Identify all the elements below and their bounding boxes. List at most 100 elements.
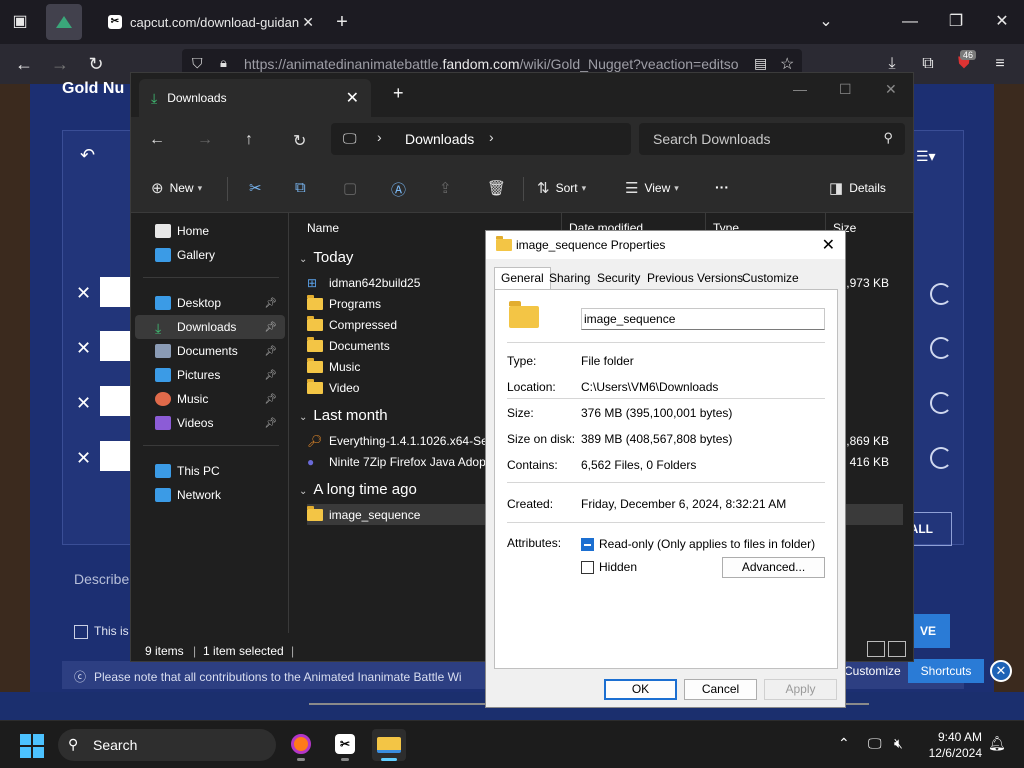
shield-icon[interactable]: ⛉	[192, 55, 203, 72]
undo-icon[interactable]: ↶	[80, 145, 95, 166]
sidebar-item-documents[interactable]: Documents 📌︎	[135, 339, 285, 363]
tray-overflow-chevron-icon[interactable]: ⌃	[838, 735, 850, 752]
network-status-icon[interactable]: 🖵︎	[868, 735, 882, 752]
advanced-button[interactable]: Advanced...	[722, 557, 825, 578]
pin-icon[interactable]: 📌︎	[264, 370, 277, 381]
browser-tab-fandom[interactable]	[46, 4, 82, 40]
remove-row-icon[interactable]: ✕	[76, 448, 91, 469]
back-icon[interactable]: ←	[149, 131, 165, 149]
reload-icon[interactable]: ↻	[82, 50, 110, 78]
tab-previous-versions[interactable]: Previous Versions	[647, 271, 743, 285]
remove-row-icon[interactable]: ✕	[76, 283, 91, 304]
folder-name-field[interactable]: image_sequence	[581, 308, 825, 330]
explorer-tab-downloads[interactable]: ⤓ Downloads ✕	[139, 79, 371, 117]
cancel-button[interactable]: Cancel	[684, 679, 757, 700]
tab-general[interactable]: General	[494, 267, 551, 290]
close-tab-icon[interactable]: ✕	[346, 88, 359, 108]
minimize-icon[interactable]: —	[793, 81, 807, 97]
sidebar-item-gallery[interactable]: Gallery	[135, 243, 285, 267]
reader-view-icon[interactable]: ▤	[754, 55, 767, 72]
group-header-today[interactable]: ⌄ Today	[299, 249, 353, 266]
new-tab-icon[interactable]: +	[393, 83, 404, 104]
sort-button[interactable]: ⇅ Sort ▾	[537, 179, 586, 197]
sidebar-item-pictures[interactable]: Pictures 📌︎	[135, 363, 285, 387]
sidebar-item-this-pc[interactable]: This PC	[135, 459, 285, 483]
delete-button[interactable]: 🗑︎	[487, 179, 512, 197]
remove-row-icon[interactable]: ✕	[76, 393, 91, 414]
start-windows-icon[interactable]	[20, 734, 44, 758]
ok-button[interactable]: OK	[604, 679, 677, 700]
taskbar-search[interactable]: ⚲ Search	[58, 729, 276, 761]
tab-close-icon[interactable]: ✕	[302, 14, 314, 31]
back-icon[interactable]: ←	[10, 50, 38, 78]
browser-tab-capcut[interactable]: ✂ capcut.com/download-guidan ✕	[88, 4, 326, 40]
menu-hamburger-icon[interactable]: ≡	[986, 50, 1014, 78]
sidebar-item-videos[interactable]: Videos 📌︎	[135, 411, 285, 435]
hidden-checkbox[interactable]	[581, 561, 594, 574]
sidebar-item-network[interactable]: Network	[135, 483, 285, 507]
bookmark-star-icon[interactable]: ☆	[780, 54, 794, 74]
tiles-view-icon[interactable]	[888, 641, 906, 657]
readonly-label[interactable]: Read-only (Only applies to files in fold…	[599, 537, 815, 551]
page-menu-icon[interactable]: ☰▾	[916, 148, 936, 165]
sidebar-item-music[interactable]: Music 📌︎	[135, 387, 285, 411]
new-button[interactable]: ⊕ New ▾	[151, 179, 202, 197]
extensions-icon[interactable]: ⧉	[914, 50, 942, 78]
close-window-icon[interactable]: ✕	[885, 81, 897, 98]
search-input[interactable]: Search Downloads ⚲	[639, 123, 905, 155]
capcut-taskbar-icon[interactable]: ✂	[328, 729, 362, 761]
browser-minimize-icon[interactable]: —	[896, 8, 924, 36]
maximize-icon[interactable]: ☐	[839, 81, 852, 98]
close-notice-icon[interactable]: ✕	[990, 660, 1012, 682]
browser-maximize-icon[interactable]: ❐	[942, 8, 970, 36]
remove-row-icon[interactable]: ✕	[76, 338, 91, 359]
tab-customize[interactable]: Customize	[742, 271, 799, 285]
notification-bell-icon[interactable]: 🔔︎	[988, 735, 1006, 752]
tab-security[interactable]: Security	[597, 271, 640, 285]
pin-icon[interactable]: 📌︎	[264, 298, 277, 309]
explorer-taskbar-icon[interactable]	[372, 729, 406, 761]
pin-icon[interactable]: 📌︎	[264, 394, 277, 405]
sidebar-item-home[interactable]: Home	[135, 219, 285, 243]
share-button[interactable]: ⇪	[439, 179, 458, 197]
pin-icon[interactable]: 📌︎	[264, 346, 277, 357]
checkbox-box[interactable]	[74, 624, 88, 639]
address-bar[interactable]: 🖵︎ › Downloads ›	[331, 123, 631, 155]
forward-icon[interactable]: →	[197, 131, 213, 149]
paste-button[interactable]: ▢	[343, 179, 363, 197]
apply-button[interactable]: Apply	[764, 679, 837, 700]
details-view-icon[interactable]	[867, 641, 885, 657]
pin-icon[interactable]: 📌︎	[264, 322, 277, 333]
tab-sharing[interactable]: Sharing	[549, 271, 590, 285]
clock[interactable]: 9:40 AM 12/6/2024	[918, 729, 982, 761]
new-tab-icon[interactable]: +	[328, 8, 356, 36]
forward-icon[interactable]: →	[46, 50, 74, 78]
chevron-right-icon[interactable]: ›	[489, 129, 494, 145]
customize-link[interactable]: Customize	[844, 664, 901, 678]
chevron-right-icon[interactable]: ›	[377, 129, 382, 145]
group-header-long-ago[interactable]: ⌄ A long time ago	[299, 481, 417, 498]
refresh-icon[interactable]: ↻	[293, 131, 306, 151]
copy-button[interactable]: ⧉	[295, 179, 312, 196]
rename-button[interactable]: Ⓐ	[391, 179, 412, 200]
column-header-name[interactable]: Name	[307, 221, 339, 235]
pin-icon[interactable]: 📌︎	[264, 418, 277, 429]
browser-close-icon[interactable]: ✕	[988, 8, 1016, 36]
volume-muted-icon[interactable]: 🔇︎	[894, 735, 903, 752]
minor-edit-checkbox[interactable]: This is	[74, 624, 129, 639]
firefox-taskbar-icon[interactable]	[284, 729, 318, 761]
up-icon[interactable]: ↑	[245, 131, 253, 149]
describe-input[interactable]: Describe	[74, 571, 129, 587]
dialog-close-icon[interactable]: ✕	[822, 235, 835, 255]
details-button[interactable]: ◨ Details	[829, 179, 886, 197]
view-button[interactable]: ☰ View ▾	[625, 179, 679, 197]
more-options-button[interactable]: ···	[715, 179, 729, 195]
tab-list-icon[interactable]: ▣	[6, 8, 34, 36]
cut-button[interactable]: ✂	[249, 179, 268, 197]
shortcuts-button[interactable]: Shortcuts	[908, 659, 984, 683]
sidebar-item-desktop[interactable]: Desktop 📌︎	[135, 291, 285, 315]
hidden-label[interactable]: Hidden	[599, 560, 637, 574]
group-header-last-month[interactable]: ⌄ Last month	[299, 407, 388, 424]
address-location[interactable]: Downloads	[405, 131, 474, 147]
tab-overflow-chevron-icon[interactable]: ⌄	[812, 8, 840, 36]
